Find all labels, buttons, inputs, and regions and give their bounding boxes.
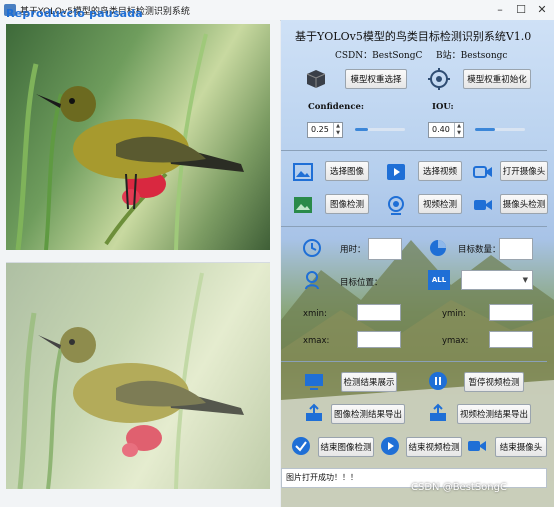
image-icon bbox=[293, 162, 313, 182]
model-weight-select-button[interactable]: 模型权重选择 bbox=[345, 69, 407, 89]
xmin-field bbox=[357, 304, 401, 321]
show-results-button[interactable]: 检测结果展示 bbox=[341, 372, 397, 392]
confidence-value: 0.25 bbox=[311, 125, 329, 134]
ymax-label: ymax: bbox=[442, 336, 469, 346]
app-heading: 基于YOLOv5模型的鸟类目标检测识别系统V1.0 bbox=[295, 30, 532, 43]
video-file-icon bbox=[386, 162, 406, 182]
camera-off-icon bbox=[467, 436, 487, 456]
cube-icon bbox=[305, 68, 327, 90]
select-video-button[interactable]: 选择视频 bbox=[418, 161, 462, 181]
minimize-button[interactable]: – bbox=[490, 2, 510, 18]
webcam-icon bbox=[386, 195, 406, 215]
target-select-dropdown[interactable]: ▼ bbox=[461, 270, 533, 290]
close-button[interactable]: ✕ bbox=[532, 2, 552, 18]
xmin-label: xmin: bbox=[303, 309, 327, 319]
target-count-label: 目标数量： bbox=[458, 245, 501, 255]
video-overlay-text: Reproduccio pausada bbox=[6, 7, 143, 20]
xmax-field bbox=[357, 331, 401, 348]
divider bbox=[281, 226, 547, 227]
status-text: 图片打开成功！！！ bbox=[286, 473, 358, 482]
end-image-detect-button[interactable]: 结束图像检测 bbox=[318, 437, 374, 457]
select-image-button[interactable]: 选择图像 bbox=[325, 161, 369, 181]
confidence-slider-fill bbox=[355, 128, 368, 131]
clock-icon bbox=[302, 238, 322, 258]
export-video-icon bbox=[428, 403, 448, 423]
divider bbox=[281, 150, 547, 151]
pause-icon bbox=[428, 371, 448, 391]
xmax-label: xmax: bbox=[303, 336, 330, 346]
confidence-label: Confidence: bbox=[308, 102, 365, 112]
video-detect-button[interactable]: 视频检测 bbox=[418, 194, 462, 214]
csdn-label: CSDN：BestSongC bbox=[335, 51, 423, 61]
video-camera-icon bbox=[473, 195, 493, 215]
target-count-field bbox=[499, 238, 533, 260]
open-camera-button[interactable]: 打开摄像头 bbox=[500, 161, 548, 181]
camera-detect-button[interactable]: 摄像头检测 bbox=[500, 194, 548, 214]
export-image-icon bbox=[304, 403, 324, 423]
export-video-results-button[interactable]: 视频检测结果导出 bbox=[457, 404, 531, 424]
image-detect-icon bbox=[293, 195, 313, 215]
confidence-spinbox[interactable]: 0.25 ▲ ▼ bbox=[307, 122, 343, 138]
iou-slider[interactable] bbox=[475, 128, 525, 131]
ymax-field bbox=[489, 331, 533, 348]
pie-chart-icon bbox=[428, 238, 448, 258]
export-image-results-button[interactable]: 图像检测结果导出 bbox=[331, 404, 405, 424]
title-bar: 基于YOLOv5模型的鸟类目标检测识别系统 Reproduccio pausad… bbox=[0, 0, 554, 21]
spin-arrows-icon[interactable]: ▲ ▼ bbox=[333, 123, 342, 137]
chevron-down-icon: ▼ bbox=[522, 276, 528, 284]
all-icon: ALL bbox=[428, 270, 450, 290]
confidence-slider[interactable] bbox=[355, 128, 405, 131]
control-panel bbox=[281, 20, 554, 507]
target-position-label: 目标位置： bbox=[340, 278, 383, 288]
original-image bbox=[6, 24, 270, 250]
ymin-field bbox=[489, 304, 533, 321]
divider bbox=[281, 361, 547, 362]
csdn-watermark: CSDN @BestSongC bbox=[411, 482, 507, 493]
maximize-button[interactable]: ☐ bbox=[511, 2, 531, 18]
end-camera-button[interactable]: 结束摄像头 bbox=[495, 437, 547, 457]
play-circle-icon bbox=[380, 436, 400, 456]
mountain-background bbox=[281, 240, 554, 507]
bird-photo-original bbox=[15, 33, 244, 250]
iou-label: IOU: bbox=[432, 102, 454, 112]
detected-image bbox=[6, 262, 270, 489]
time-label: 用时： bbox=[340, 245, 366, 255]
check-circle-icon bbox=[291, 436, 311, 456]
target-icon bbox=[428, 68, 450, 90]
camera-icon bbox=[473, 162, 493, 182]
time-field bbox=[368, 238, 402, 260]
bilibili-label: B站：Bestsongc bbox=[436, 51, 508, 61]
iou-slider-fill bbox=[475, 128, 495, 131]
ymin-label: ymin: bbox=[442, 309, 466, 319]
spin-arrows-icon[interactable]: ▲ ▼ bbox=[454, 123, 463, 137]
location-pin-icon bbox=[302, 270, 322, 290]
display-icon bbox=[304, 371, 324, 391]
model-weight-init-button[interactable]: 模型权重初始化 bbox=[463, 69, 531, 89]
bird-photo-detected bbox=[17, 272, 244, 489]
iou-value: 0.40 bbox=[432, 125, 450, 134]
image-detect-button[interactable]: 图像检测 bbox=[325, 194, 369, 214]
end-video-detect-button[interactable]: 结束视频检测 bbox=[406, 437, 462, 457]
pause-video-button[interactable]: 暂停视频检测 bbox=[464, 372, 524, 392]
iou-spinbox[interactable]: 0.40 ▲ ▼ bbox=[428, 122, 464, 138]
